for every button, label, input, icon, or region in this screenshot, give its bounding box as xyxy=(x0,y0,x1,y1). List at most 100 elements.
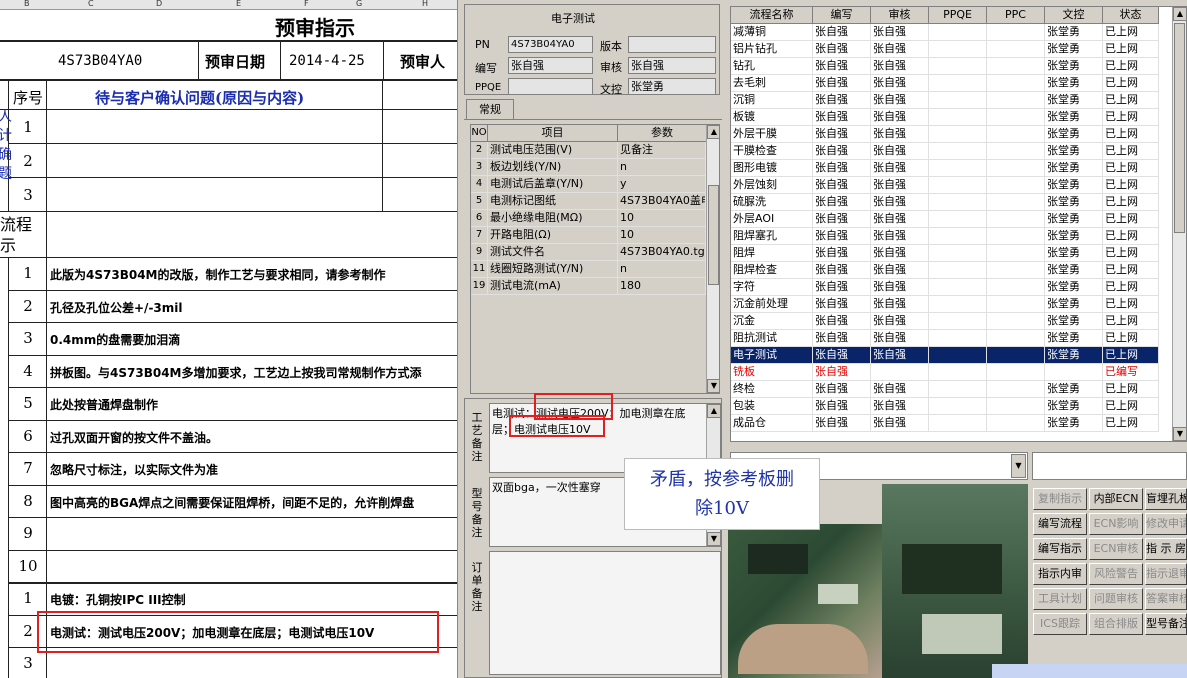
scroll-down-icon[interactable]: ▼ xyxy=(1173,427,1186,441)
flow-row[interactable]: 干膜检查 张自强 张自强 张堂勇 已上网 xyxy=(731,143,1159,160)
flow-col-reviewer[interactable]: 审核 xyxy=(871,7,929,24)
flow-row[interactable]: 字符 张自强 张自强 张堂勇 已上网 xyxy=(731,279,1159,296)
flow-ppc xyxy=(987,330,1045,347)
scroll-thumb[interactable] xyxy=(708,185,719,285)
flow-row[interactable]: 外层干膜 张自强 张自强 张堂勇 已上网 xyxy=(731,126,1159,143)
scroll-up-icon[interactable]: ▲ xyxy=(1173,7,1186,21)
action-button[interactable]: 盲埋孔板 xyxy=(1145,488,1187,510)
action-button[interactable]: 指示内审 xyxy=(1033,563,1087,585)
flow-row[interactable]: 铝片钻孔 张自强 张自强 张堂勇 已上网 xyxy=(731,41,1159,58)
action-button[interactable]: 指示退审 xyxy=(1145,563,1187,585)
flow-col-ppqe[interactable]: PPQE xyxy=(929,7,987,24)
version-field[interactable] xyxy=(628,36,716,53)
reviewer-field[interactable]: 张自强 xyxy=(628,57,716,74)
param-item: 电测标记图纸 xyxy=(488,193,618,210)
action-button[interactable]: 风险警告 xyxy=(1089,563,1143,585)
scroll-down-icon[interactable]: ▼ xyxy=(707,379,719,393)
flow-row[interactable]: 包装 张自强 张自强 张堂勇 已上网 xyxy=(731,398,1159,415)
writer-field[interactable]: 张自强 xyxy=(508,57,593,74)
action-button[interactable]: 工具计划 xyxy=(1033,588,1087,610)
scroll-up-icon[interactable]: ▲ xyxy=(707,404,721,418)
flow-reviewer: 张自强 xyxy=(871,415,929,432)
flow-row[interactable]: 钻孔 张自强 张自强 张堂勇 已上网 xyxy=(731,58,1159,75)
action-button[interactable]: 组合排版 xyxy=(1089,613,1143,635)
flow-col-writer[interactable]: 编写 xyxy=(813,7,871,24)
flow-row[interactable]: 沉铜 张自强 张自强 张堂勇 已上网 xyxy=(731,92,1159,109)
action-button[interactable]: 编写流程 xyxy=(1033,513,1087,535)
param-col-item[interactable]: 项目 xyxy=(488,125,618,142)
flow-name: 沉金前处理 xyxy=(731,296,813,313)
ppqe-label: PPQE xyxy=(475,82,502,93)
action-button[interactable]: 编写指示 xyxy=(1033,538,1087,560)
column-letter[interactable]: D xyxy=(156,0,162,8)
reviewer-label: 审核 xyxy=(600,61,622,74)
column-letter[interactable]: C xyxy=(88,0,94,8)
flow-row[interactable]: 板镀 张自强 张自强 张堂勇 已上网 xyxy=(731,109,1159,126)
action-button[interactable]: ECN审核 xyxy=(1089,538,1143,560)
action-button[interactable]: ECN影响 xyxy=(1089,513,1143,535)
param-col-value[interactable]: 参数 xyxy=(618,125,707,142)
action-button[interactable]: 复制指示 xyxy=(1033,488,1087,510)
order-memo-box[interactable] xyxy=(489,551,721,675)
spreadsheet-panel: B C D E F G H 预审指示 4S73B04YA0 预审日期 2014-… xyxy=(0,0,458,678)
flow-row[interactable]: 电子测试 张自强 张自强 张堂勇 已上网 xyxy=(731,347,1159,364)
action-button[interactable]: 问题审核 xyxy=(1089,588,1143,610)
flow-ppqe xyxy=(929,109,987,126)
chevron-down-icon[interactable]: ▼ xyxy=(1011,454,1026,478)
param-row[interactable]: 2 测试电压范围(V) 见备注 xyxy=(471,142,706,159)
action-button[interactable]: 答案审核 xyxy=(1145,588,1187,610)
flow-row[interactable]: 铣板 张自强 已编写 xyxy=(731,364,1159,381)
action-button[interactable]: 型号备注 xyxy=(1145,613,1187,635)
param-row[interactable]: 6 最小绝缘电阻(MΩ) 10 xyxy=(471,210,706,227)
flow-row[interactable]: 阻焊检查 张自强 张自强 张堂勇 已上网 xyxy=(731,262,1159,279)
param-row[interactable]: 11 线圈短路测试(Y/N) n xyxy=(471,261,706,278)
doc-control-field[interactable]: 张堂勇 xyxy=(628,78,716,95)
flow-row[interactable]: 沉金 张自强 张自强 张堂勇 已上网 xyxy=(731,313,1159,330)
flow-row[interactable]: 去毛刺 张自强 张自强 张堂勇 已上网 xyxy=(731,75,1159,92)
flow-row[interactable]: 阻抗测试 张自强 张自强 张堂勇 已上网 xyxy=(731,330,1159,347)
column-letter[interactable]: F xyxy=(304,0,309,8)
flow-col-doc-control[interactable]: 文控 xyxy=(1045,7,1103,24)
param-row[interactable]: 3 板边划线(Y/N) n xyxy=(471,159,706,176)
flow-col-ppc[interactable]: PPC xyxy=(987,7,1045,24)
flow-row[interactable]: 硫脲洗 张自强 张自强 张堂勇 已上网 xyxy=(731,194,1159,211)
param-row[interactable]: 4 电测试后盖章(Y/N) y xyxy=(471,176,706,193)
flow-ppc xyxy=(987,279,1045,296)
column-letter[interactable]: B xyxy=(24,0,30,8)
action-button[interactable]: 指 示 房 xyxy=(1145,538,1187,560)
param-value: y xyxy=(618,176,706,193)
flow-ppc xyxy=(987,194,1045,211)
param-col-no[interactable]: NO xyxy=(471,125,488,142)
flow-row[interactable]: 减薄铜 张自强 张自强 张堂勇 已上网 xyxy=(731,24,1159,41)
flow-row[interactable]: 成品仓 张自强 张自强 张堂勇 已上网 xyxy=(731,415,1159,432)
scroll-thumb[interactable] xyxy=(1174,23,1185,233)
flow-row[interactable]: 阻焊 张自强 张自强 张堂勇 已上网 xyxy=(731,245,1159,262)
flow-col-name[interactable]: 流程名称 xyxy=(731,7,813,24)
flow-status: 已上网 xyxy=(1103,228,1159,245)
column-letter[interactable]: G xyxy=(356,0,362,8)
action-button[interactable]: 修改申请 xyxy=(1145,513,1187,535)
flow-row[interactable]: 外层AOI 张自强 张自强 张堂勇 已上网 xyxy=(731,211,1159,228)
callout-line1: 矛盾，按参考板删 xyxy=(650,469,794,490)
param-row[interactable]: 9 测试文件名 4S73B04YA0.tgz xyxy=(471,244,706,261)
scroll-down-icon[interactable]: ▼ xyxy=(707,532,721,546)
column-letter[interactable]: H xyxy=(422,0,428,8)
tab-general[interactable]: 常规 xyxy=(466,99,514,119)
flow-row[interactable]: 图形电镀 张自强 张自强 张堂勇 已上网 xyxy=(731,160,1159,177)
action-button[interactable]: ICS跟踪 xyxy=(1033,613,1087,635)
search-input[interactable] xyxy=(1032,452,1187,480)
flow-row[interactable]: 沉金前处理 张自强 张自强 张堂勇 已上网 xyxy=(731,296,1159,313)
flow-row[interactable]: 外层蚀刻 张自强 张自强 张堂勇 已上网 xyxy=(731,177,1159,194)
action-button[interactable]: 内部ECN xyxy=(1089,488,1143,510)
flow-row[interactable]: 终检 张自强 张自强 张堂勇 已上网 xyxy=(731,381,1159,398)
scroll-up-icon[interactable]: ▲ xyxy=(707,125,719,139)
param-row[interactable]: 19 测试电流(mA) 180 xyxy=(471,278,706,295)
flow-row[interactable]: 阻焊塞孔 张自强 张自强 张堂勇 已上网 xyxy=(731,228,1159,245)
column-letter[interactable]: E xyxy=(236,0,241,8)
pn-field[interactable]: 4S73B04YA0 xyxy=(508,36,593,53)
param-row[interactable]: 5 电测标记图纸 4S73B04YA0盖电 xyxy=(471,193,706,210)
param-row[interactable]: 7 开路电阻(Ω) 10 xyxy=(471,227,706,244)
flow-col-status[interactable]: 状态 xyxy=(1103,7,1159,24)
flow-name: 阻焊塞孔 xyxy=(731,228,813,245)
ppqe-field[interactable] xyxy=(508,78,593,95)
